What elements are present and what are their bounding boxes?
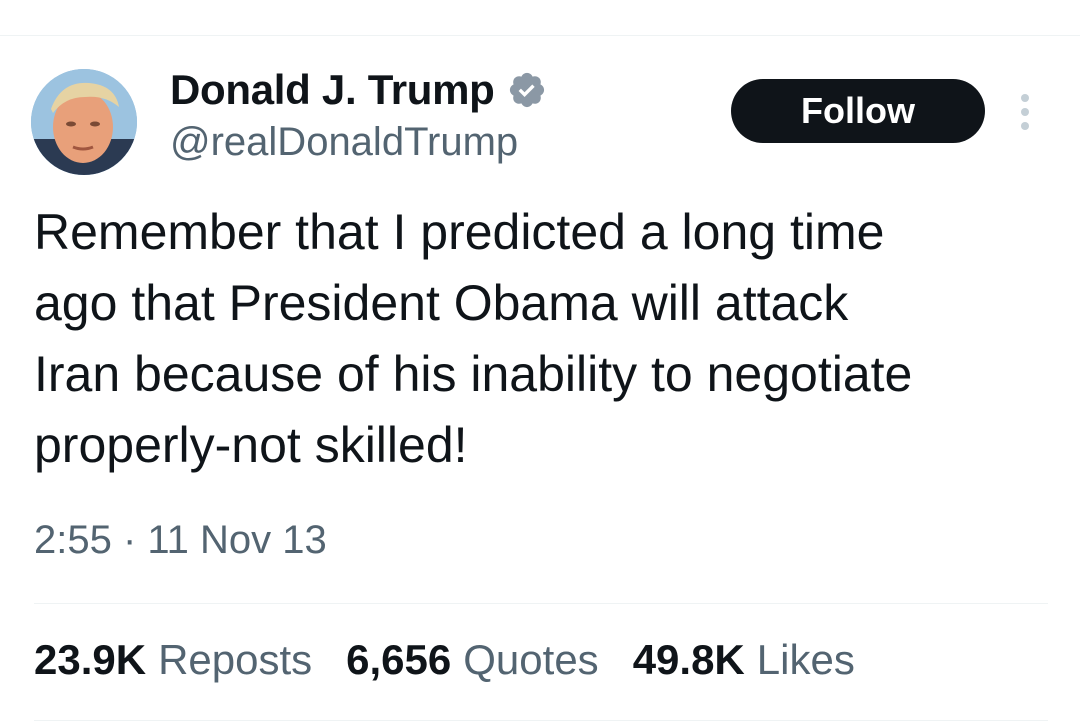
likes-count: 49.8K	[632, 636, 745, 683]
author-avatar[interactable]	[31, 69, 137, 175]
avatar-image	[31, 69, 137, 175]
author-display-name[interactable]: Donald J. Trump	[170, 66, 495, 114]
likes-stat[interactable]: 49.8K Likes	[633, 636, 855, 684]
tweet-timestamp[interactable]: 2:55 · 11 Nov 13	[34, 518, 327, 563]
author-handle[interactable]: @realDonaldTrump	[170, 120, 547, 165]
verified-badge-icon[interactable]	[507, 70, 547, 110]
name-row: Donald J. Trump	[170, 64, 547, 116]
reposts-label: Reposts	[158, 636, 313, 683]
engagement-stats: 23.9K Reposts 6,656 Quotes 49.8K Likes	[34, 636, 889, 684]
likes-label: Likes	[756, 636, 855, 683]
more-vertical-dots	[1021, 94, 1029, 130]
verified-badge-shape	[509, 72, 544, 108]
top-divider	[0, 35, 1080, 36]
follow-button[interactable]: Follow	[731, 79, 985, 143]
tweet-page: Donald J. Trump @realDonaldTrump Follow …	[0, 0, 1080, 726]
tweet-text: Remember that I predicted a long time ag…	[34, 204, 913, 473]
stats-divider-bottom	[34, 720, 1048, 721]
reposts-stat[interactable]: 23.9K Reposts	[34, 636, 312, 684]
stats-divider-top	[34, 603, 1048, 604]
author-info: Donald J. Trump @realDonaldTrump	[170, 64, 547, 165]
reposts-count: 23.9K	[34, 636, 147, 683]
more-vertical-icon[interactable]	[1010, 90, 1040, 134]
quotes-stat[interactable]: 6,656 Quotes	[346, 636, 599, 684]
quotes-label: Quotes	[463, 636, 599, 683]
quotes-count: 6,656	[346, 636, 452, 683]
